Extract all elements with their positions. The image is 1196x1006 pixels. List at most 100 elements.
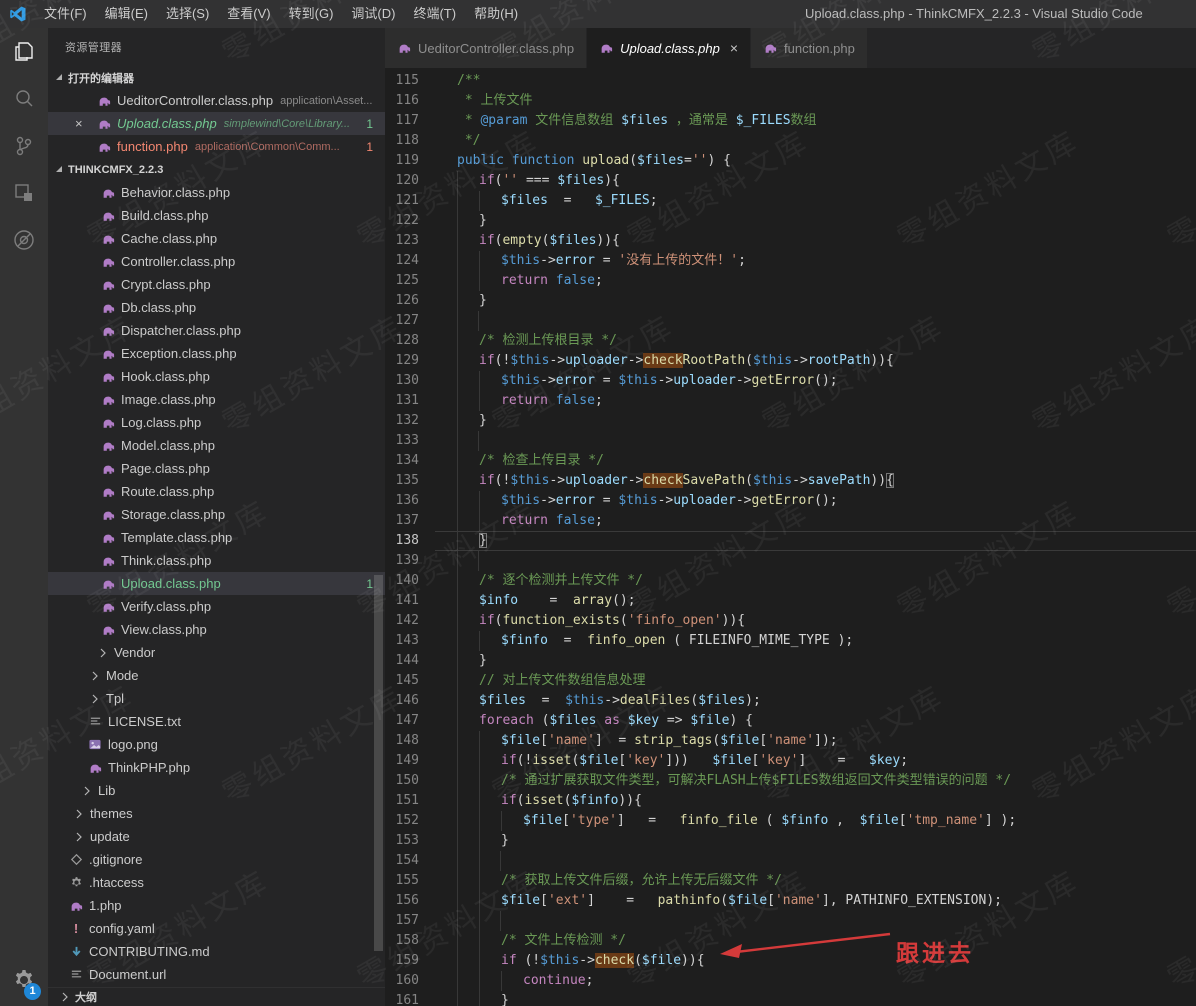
- code-line-120[interactable]: 120if('' === $files){: [385, 171, 1196, 191]
- close-icon[interactable]: ×: [75, 116, 83, 131]
- extensions-icon[interactable]: [0, 169, 48, 216]
- tree-file-Db.class.php[interactable]: Db.class.php: [48, 296, 385, 319]
- code-line-136[interactable]: 136$this->error = $this->uploader->getEr…: [385, 491, 1196, 511]
- tree-file-Exception.class.php[interactable]: Exception.class.php: [48, 342, 385, 365]
- tree-file-Controller.class.php[interactable]: Controller.class.php: [48, 250, 385, 273]
- code-line-153[interactable]: 153}: [385, 831, 1196, 851]
- code-line-138[interactable]: 138}: [385, 531, 1196, 551]
- menu-item[interactable]: 查看(V): [218, 0, 279, 28]
- tree-file-Hook.class.php[interactable]: Hook.class.php: [48, 365, 385, 388]
- tree-file-Dispatcher.class.php[interactable]: Dispatcher.class.php: [48, 319, 385, 342]
- code-line-122[interactable]: 122}: [385, 211, 1196, 231]
- tree-folder-update[interactable]: update: [48, 825, 385, 848]
- open-editor-item[interactable]: ×Upload.class.phpsimplewind\Core\Library…: [48, 112, 385, 135]
- code-line-150[interactable]: 150/* 通过扩展获取文件类型，可解决FLASH上传$FILES数组返回文件类…: [385, 771, 1196, 791]
- code-line-158[interactable]: 158/* 文件上传检测 */: [385, 931, 1196, 951]
- code-line-132[interactable]: 132}: [385, 411, 1196, 431]
- code-line-157[interactable]: 157: [385, 911, 1196, 931]
- code-line-155[interactable]: 155/* 获取上传文件后缀，允许上传无后缀文件 */: [385, 871, 1196, 891]
- tree-file-1.php[interactable]: 1.php: [48, 894, 385, 917]
- code-line-116[interactable]: 116 * 上传文件: [385, 91, 1196, 111]
- code-line-154[interactable]: 154: [385, 851, 1196, 871]
- manage-gear-icon[interactable]: 1: [0, 958, 48, 1002]
- tree-file-Upload.class.php[interactable]: Upload.class.php1: [48, 572, 385, 595]
- code-line-135[interactable]: 135if(!$this->uploader->checkSavePath($t…: [385, 471, 1196, 491]
- tree-file-.gitignore[interactable]: .gitignore: [48, 848, 385, 871]
- code-line-142[interactable]: 142if(function_exists('finfo_open')){: [385, 611, 1196, 631]
- tree-folder-Lib[interactable]: Lib: [48, 779, 385, 802]
- code-line-129[interactable]: 129if(!$this->uploader->checkRootPath($t…: [385, 351, 1196, 371]
- code-line-117[interactable]: 117 * @param 文件信息数组 $files ，通常是 $_FILES数…: [385, 111, 1196, 131]
- code-line-146[interactable]: 146$files = $this->dealFiles($files);: [385, 691, 1196, 711]
- tree-folder-Tpl[interactable]: Tpl: [48, 687, 385, 710]
- search-icon[interactable]: [0, 75, 48, 122]
- code-line-124[interactable]: 124$this->error = '没有上传的文件！';: [385, 251, 1196, 271]
- menu-item[interactable]: 编辑(E): [96, 0, 157, 28]
- tree-file-Template.class.php[interactable]: Template.class.php: [48, 526, 385, 549]
- tree-file-Route.class.php[interactable]: Route.class.php: [48, 480, 385, 503]
- menu-item[interactable]: 调试(D): [342, 0, 404, 28]
- code-line-152[interactable]: 152$file['type'] = finfo_file ( $finfo ,…: [385, 811, 1196, 831]
- code-line-151[interactable]: 151if(isset($finfo)){: [385, 791, 1196, 811]
- code-line-126[interactable]: 126}: [385, 291, 1196, 311]
- project-root-header[interactable]: THINKCMFX_2.2.3: [48, 158, 385, 181]
- open-editor-item[interactable]: UeditorController.class.phpapplication\A…: [48, 89, 385, 112]
- code-line-123[interactable]: 123if(empty($files)){: [385, 231, 1196, 251]
- code-line-131[interactable]: 131return false;: [385, 391, 1196, 411]
- code-line-115[interactable]: 115/**: [385, 71, 1196, 91]
- tree-file-Image.class.php[interactable]: Image.class.php: [48, 388, 385, 411]
- explorer-icon[interactable]: [0, 28, 48, 75]
- code-line-134[interactable]: 134/* 检查上传目录 */: [385, 451, 1196, 471]
- outline-header[interactable]: 大纲: [48, 987, 385, 1006]
- code-line-161[interactable]: 161}: [385, 991, 1196, 1006]
- tab-UeditorController.class.php[interactable]: UeditorController.class.php: [385, 28, 587, 68]
- source-control-icon[interactable]: [0, 122, 48, 169]
- code-line-121[interactable]: 121$files = $_FILES;: [385, 191, 1196, 211]
- tree-file-Document.url[interactable]: Document.url: [48, 963, 385, 986]
- code-line-144[interactable]: 144}: [385, 651, 1196, 671]
- tree-file-Build.class.php[interactable]: Build.class.php: [48, 204, 385, 227]
- code-line-133[interactable]: 133: [385, 431, 1196, 451]
- tree-file-logo.png[interactable]: logo.png: [48, 733, 385, 756]
- tree-file-config.yaml[interactable]: !config.yaml: [48, 917, 385, 940]
- code-line-128[interactable]: 128/* 检测上传根目录 */: [385, 331, 1196, 351]
- tree-file-View.class.php[interactable]: View.class.php: [48, 618, 385, 641]
- open-editor-item[interactable]: function.phpapplication\Common\Comm...1: [48, 135, 385, 158]
- tree-file-Page.class.php[interactable]: Page.class.php: [48, 457, 385, 480]
- code-line-159[interactable]: 159if (!$this->check($file)){: [385, 951, 1196, 971]
- code-line-118[interactable]: 118 */: [385, 131, 1196, 151]
- menu-item[interactable]: 转到(G): [280, 0, 343, 28]
- tree-file-ThinkPHP.php[interactable]: ThinkPHP.php: [48, 756, 385, 779]
- sidebar-scrollbar[interactable]: [374, 575, 383, 951]
- menu-item[interactable]: 文件(F): [35, 0, 96, 28]
- tree-file-Verify.class.php[interactable]: Verify.class.php: [48, 595, 385, 618]
- menu-item[interactable]: 终端(T): [404, 0, 465, 28]
- tree-file-Cache.class.php[interactable]: Cache.class.php: [48, 227, 385, 250]
- debug-icon[interactable]: [0, 216, 48, 263]
- code-line-127[interactable]: 127: [385, 311, 1196, 331]
- code-line-148[interactable]: 148$file['name'] = strip_tags($file['nam…: [385, 731, 1196, 751]
- code-line-140[interactable]: 140/* 逐个检测并上传文件 */: [385, 571, 1196, 591]
- code-line-143[interactable]: 143$finfo = finfo_open ( FILEINFO_MIME_T…: [385, 631, 1196, 651]
- open-editors-header[interactable]: 打开的编辑器: [48, 66, 385, 89]
- tab-Upload.class.php[interactable]: Upload.class.php×: [587, 28, 751, 68]
- code-line-130[interactable]: 130$this->error = $this->uploader->getEr…: [385, 371, 1196, 391]
- tree-file-Log.class.php[interactable]: Log.class.php: [48, 411, 385, 434]
- close-icon[interactable]: ×: [730, 40, 738, 56]
- code-line-119[interactable]: 119public function upload($files='') {: [385, 151, 1196, 171]
- tree-file-CONTRIBUTING.md[interactable]: CONTRIBUTING.md: [48, 940, 385, 963]
- code-line-139[interactable]: 139: [385, 551, 1196, 571]
- tree-folder-themes[interactable]: themes: [48, 802, 385, 825]
- tree-file-Crypt.class.php[interactable]: Crypt.class.php: [48, 273, 385, 296]
- code-line-147[interactable]: 147foreach ($files as $key => $file) {: [385, 711, 1196, 731]
- code-line-149[interactable]: 149if(!isset($file['key'])) $file['key']…: [385, 751, 1196, 771]
- menu-item[interactable]: 帮助(H): [465, 0, 527, 28]
- tab-function.php[interactable]: function.php: [751, 28, 868, 68]
- tree-folder-Vendor[interactable]: Vendor: [48, 641, 385, 664]
- code-line-145[interactable]: 145// 对上传文件数组信息处理: [385, 671, 1196, 691]
- tree-file-.htaccess[interactable]: .htaccess: [48, 871, 385, 894]
- tree-file-Behavior.class.php[interactable]: Behavior.class.php: [48, 181, 385, 204]
- tree-folder-Mode[interactable]: Mode: [48, 664, 385, 687]
- code-line-156[interactable]: 156$file['ext'] = pathinfo($file['name']…: [385, 891, 1196, 911]
- tree-file-Think.class.php[interactable]: Think.class.php: [48, 549, 385, 572]
